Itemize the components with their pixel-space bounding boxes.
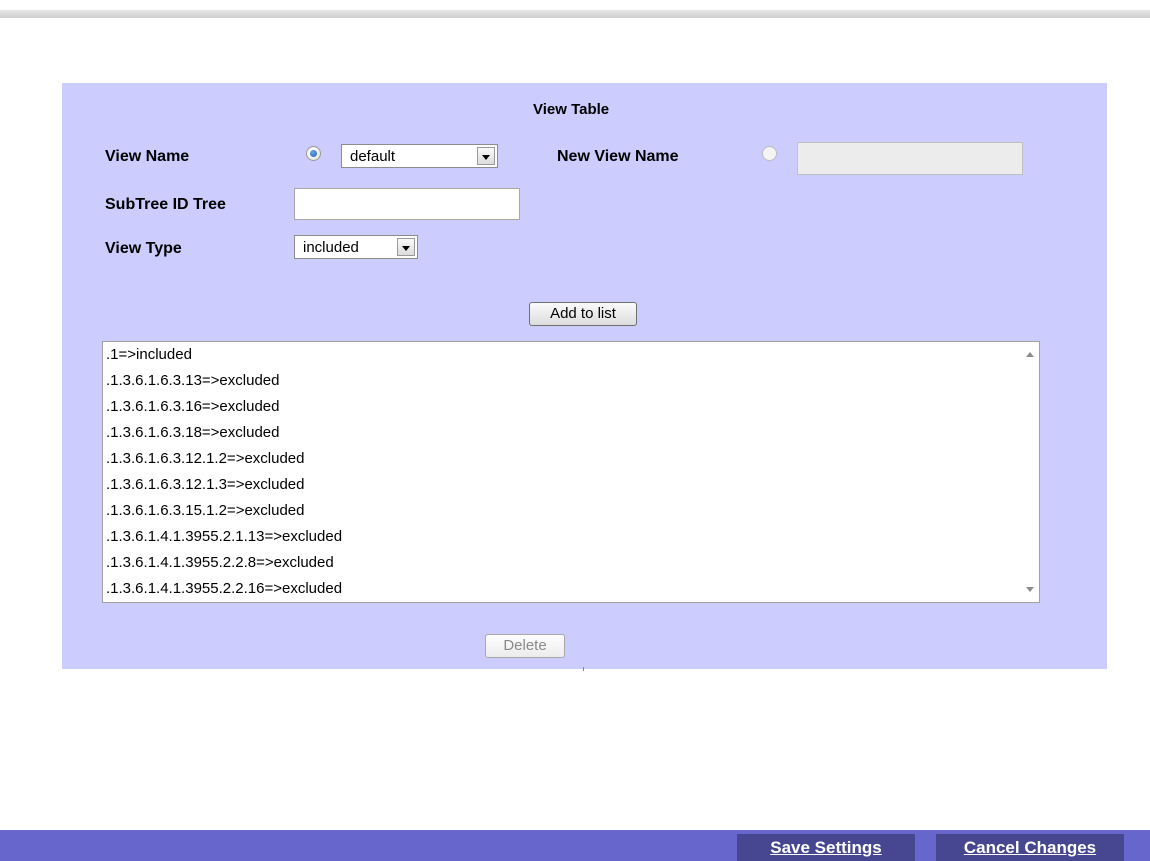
scroll-down-icon[interactable] — [1026, 587, 1034, 592]
chevron-down-icon — [477, 147, 495, 165]
save-settings-button[interactable]: Save Settings — [737, 834, 915, 861]
add-to-list-button[interactable]: Add to list — [529, 302, 637, 326]
view-name-select[interactable]: default — [341, 144, 498, 168]
delete-button[interactable]: Delete — [485, 634, 565, 658]
new-view-name-label: New View Name — [557, 148, 679, 165]
list-item[interactable]: .1.3.6.1.6.3.13=>excluded — [103, 368, 1039, 394]
view-name-radio[interactable] — [306, 146, 321, 161]
footer-bar: Save Settings Cancel Changes — [0, 830, 1150, 861]
panel-title: View Table — [533, 101, 610, 118]
list-item[interactable]: .1.3.6.1.4.1.3955.2.1.13=>excluded — [103, 524, 1039, 550]
cancel-changes-button[interactable]: Cancel Changes — [936, 834, 1124, 861]
list-item[interactable]: .1.3.6.1.4.1.3955.2.2.16=>excluded — [103, 576, 1039, 602]
view-type-label: View Type — [105, 240, 182, 257]
list-item[interactable]: .1=>included — [103, 342, 1039, 368]
new-view-name-input[interactable] — [797, 142, 1023, 175]
view-name-select-value: default — [350, 148, 396, 165]
list-item[interactable]: .1.3.6.1.6.3.12.1.3=>excluded — [103, 472, 1039, 498]
subtree-label: SubTree ID Tree — [105, 196, 226, 213]
view-type-select[interactable]: included — [294, 235, 418, 259]
list-item[interactable]: .1.3.6.1.6.3.15.1.2=>excluded — [103, 498, 1039, 524]
top-divider — [0, 10, 1150, 18]
list-item[interactable]: .1.3.6.1.6.3.18=>excluded — [103, 420, 1039, 446]
chevron-down-icon — [397, 238, 415, 256]
divider-mark — [583, 667, 584, 671]
scrollbar[interactable] — [1022, 342, 1039, 602]
new-view-name-radio[interactable] — [762, 146, 777, 161]
view-name-label: View Name — [105, 148, 190, 165]
list-item[interactable]: .1.3.6.1.6.3.16=>excluded — [103, 394, 1039, 420]
list-item[interactable]: .1.3.6.1.6.3.12.1.2=>excluded — [103, 446, 1039, 472]
list-item[interactable]: .1.3.6.1.4.1.3955.2.2.8=>excluded — [103, 550, 1039, 576]
view-type-select-value: included — [303, 239, 359, 256]
view-entries-listbox[interactable]: .1=>included .1.3.6.1.6.3.13=>excluded .1.… — [102, 341, 1040, 603]
subtree-input[interactable] — [294, 188, 520, 220]
scroll-up-icon[interactable] — [1026, 352, 1034, 357]
